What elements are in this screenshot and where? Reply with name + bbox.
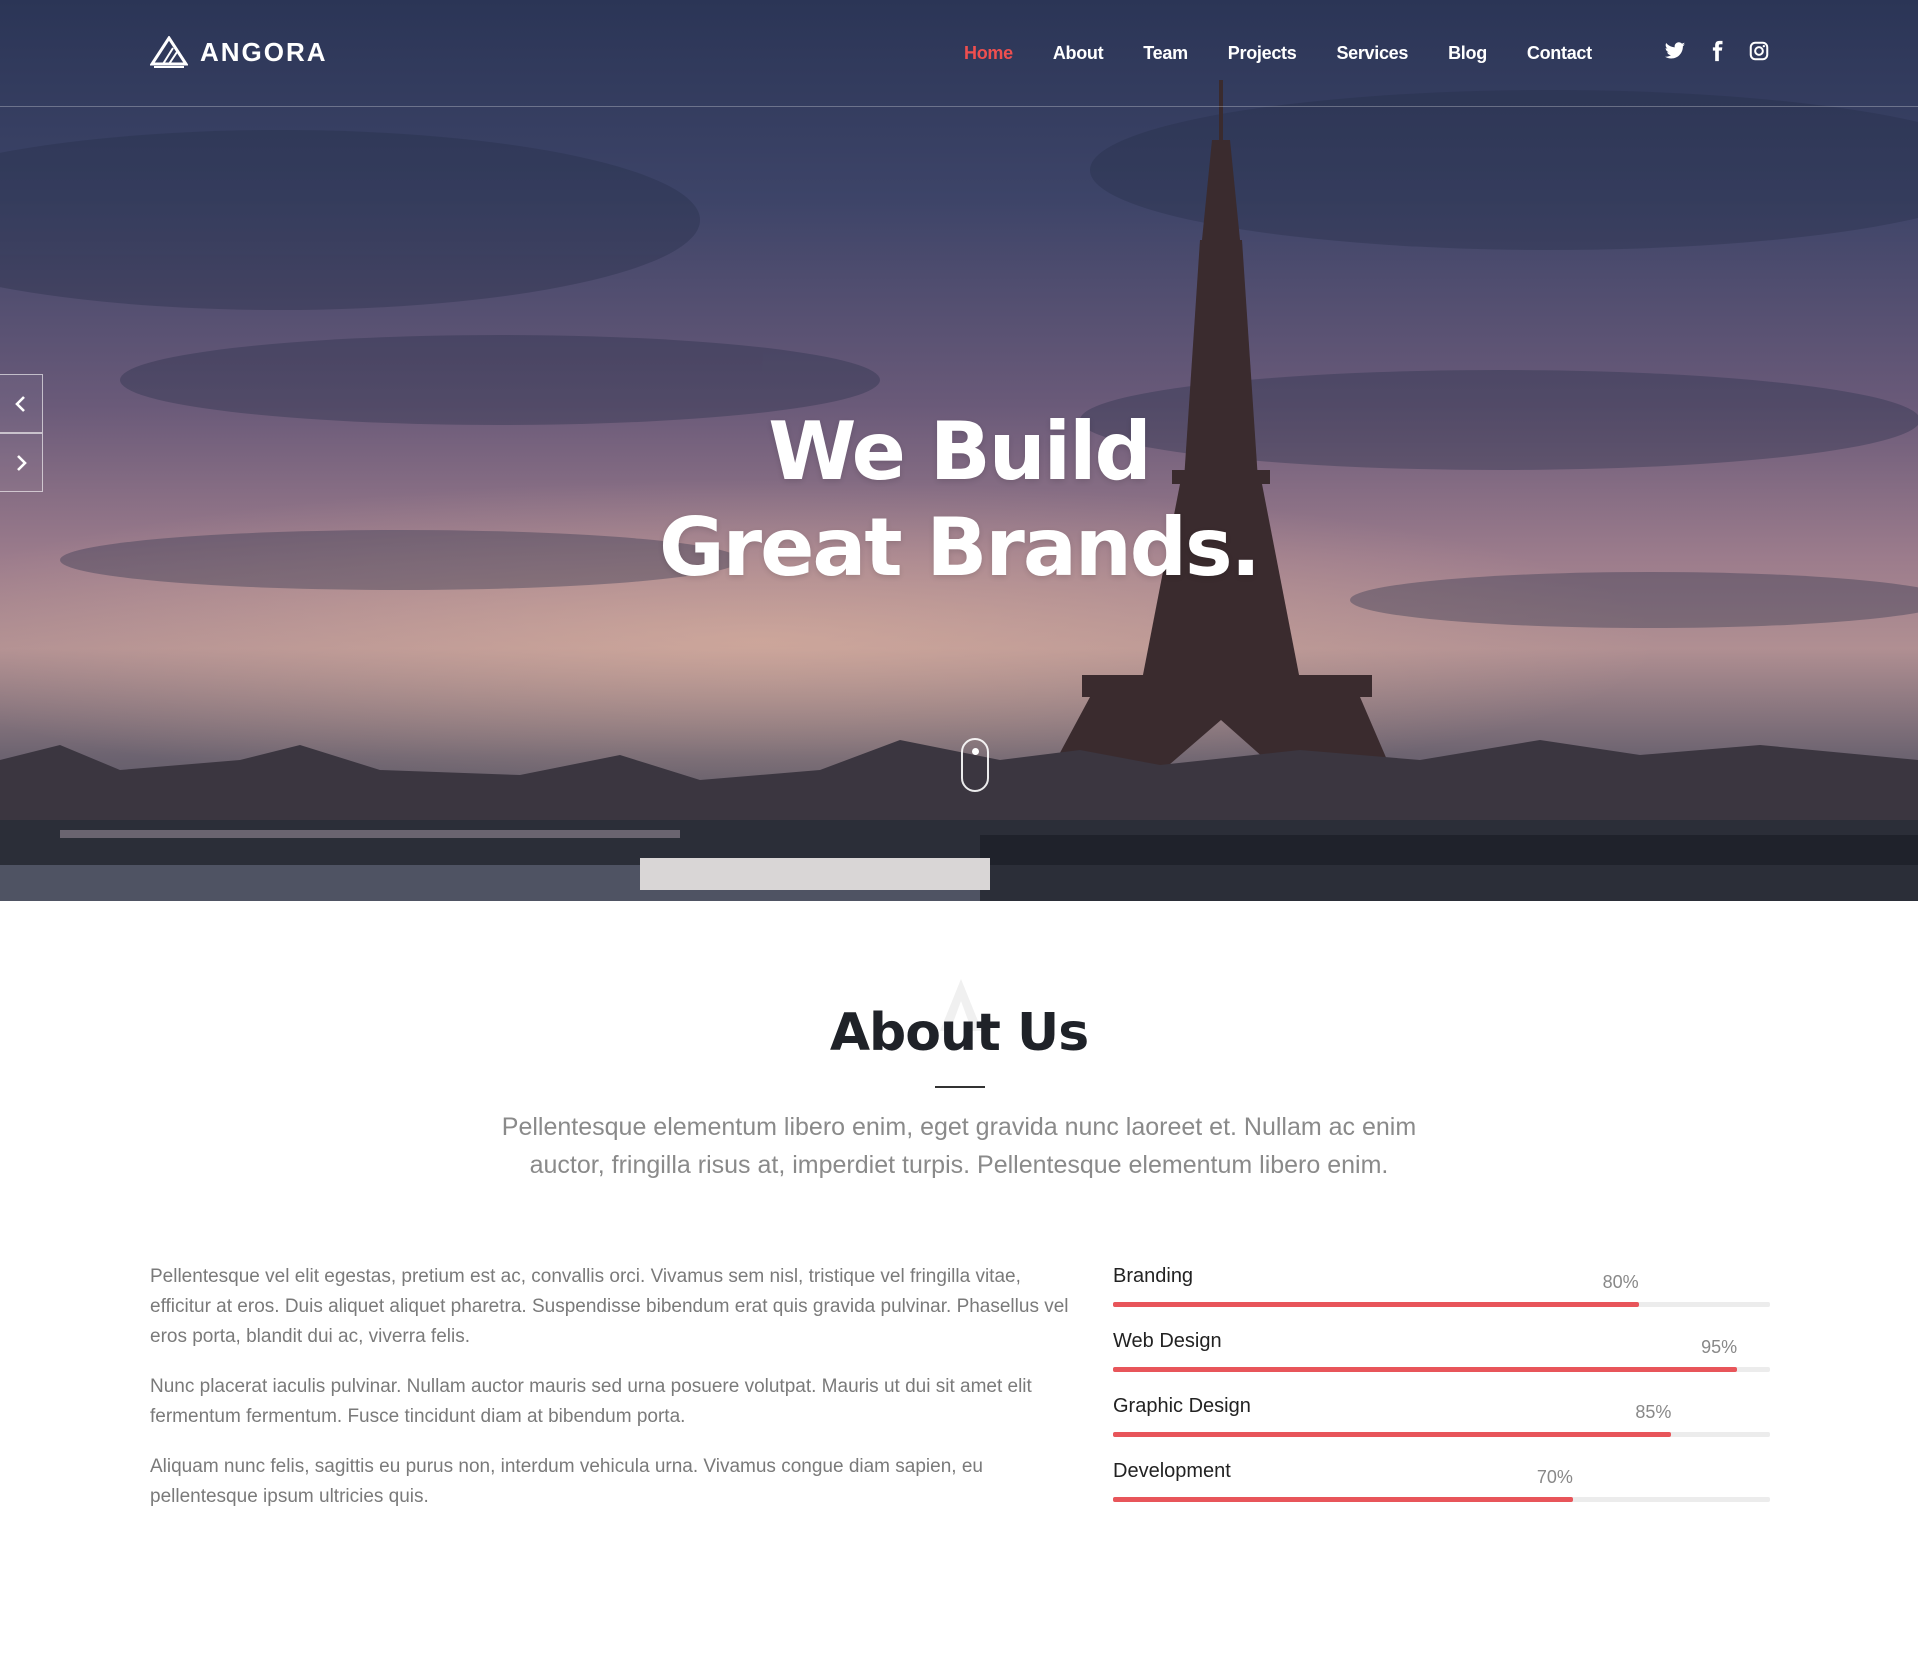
brand[interactable]: ANGORA <box>150 36 328 68</box>
main-nav: Home About Team Projects Services Blog C… <box>964 0 1632 106</box>
nav-link-team[interactable]: Team <box>1143 43 1188 64</box>
hero-title-line2: Great Brands. <box>658 500 1261 594</box>
skill-item: Branding 80% <box>1113 1262 1770 1327</box>
instagram-icon[interactable] <box>1748 40 1770 62</box>
facebook-icon[interactable] <box>1706 40 1728 62</box>
skill-item: Graphic Design 85% <box>1113 1392 1770 1457</box>
nav-link-blog[interactable]: Blog <box>1448 43 1487 64</box>
skill-progress-track <box>1113 1302 1770 1307</box>
brand-name: ANGORA <box>200 36 328 67</box>
nav-link-services[interactable]: Services <box>1336 43 1408 64</box>
skill-name: Development <box>1113 1460 1231 1482</box>
page: ANGORA Home About Team Projects Services… <box>0 0 1918 1654</box>
about-divider <box>935 1086 985 1088</box>
skill-progress-fill <box>1113 1432 1672 1437</box>
navbar: ANGORA Home About Team Projects Services… <box>0 0 1918 107</box>
hero-title-line1: We Build <box>768 404 1152 498</box>
nav-link-projects[interactable]: Projects <box>1228 43 1297 64</box>
about-title: About Us <box>829 1003 1089 1063</box>
about-paragraph: Nunc placerat iaculis pulvinar. Nullam a… <box>150 1376 1032 1427</box>
skill-progress-fill <box>1113 1302 1639 1307</box>
skill-progress-track <box>1113 1367 1770 1372</box>
skill-item: Development 70% <box>1113 1457 1770 1522</box>
about-lead: Pellentesque elementum libero enim, eget… <box>501 1113 1417 1179</box>
about-paragraph: Aliquam nunc felis, sagittis eu purus no… <box>150 1456 983 1507</box>
skills-list: Branding 80% Web Design 95% Graphic Design 85… <box>1113 1262 1770 1522</box>
skill-item: Web Design 95% <box>1113 1327 1770 1392</box>
mouse-scroll-dot <box>972 748 979 755</box>
skill-percent: 95% <box>1701 1337 1738 1357</box>
about-paragraph: Pellentesque vel elit egestas, pretium e… <box>150 1266 1069 1347</box>
hero-title: We Build Great Brands. <box>0 404 1918 596</box>
mouse-scroll-icon[interactable] <box>961 738 989 792</box>
skill-progress-track <box>1113 1432 1770 1437</box>
twitter-icon[interactable] <box>1664 40 1686 62</box>
skill-name: Graphic Design <box>1113 1395 1251 1417</box>
social-links <box>1664 40 1770 62</box>
skill-progress-track <box>1113 1497 1770 1502</box>
skill-percent: 80% <box>1602 1272 1639 1292</box>
about-text: Pellentesque vel elit egestas, pretium e… <box>150 1262 1085 1532</box>
skill-percent: 85% <box>1635 1402 1672 1422</box>
skill-percent: 70% <box>1536 1467 1573 1487</box>
skill-progress-fill <box>1113 1367 1738 1372</box>
nav-link-about[interactable]: About <box>1053 43 1104 64</box>
skill-progress-fill <box>1113 1497 1573 1502</box>
angora-logo-icon <box>150 36 188 68</box>
nav-link-contact[interactable]: Contact <box>1527 43 1592 64</box>
nav-link-home[interactable]: Home <box>964 43 1013 64</box>
skill-name: Web Design <box>1113 1330 1222 1352</box>
hero-section: ANGORA Home About Team Projects Services… <box>0 0 1918 901</box>
skill-name: Branding <box>1113 1265 1194 1287</box>
